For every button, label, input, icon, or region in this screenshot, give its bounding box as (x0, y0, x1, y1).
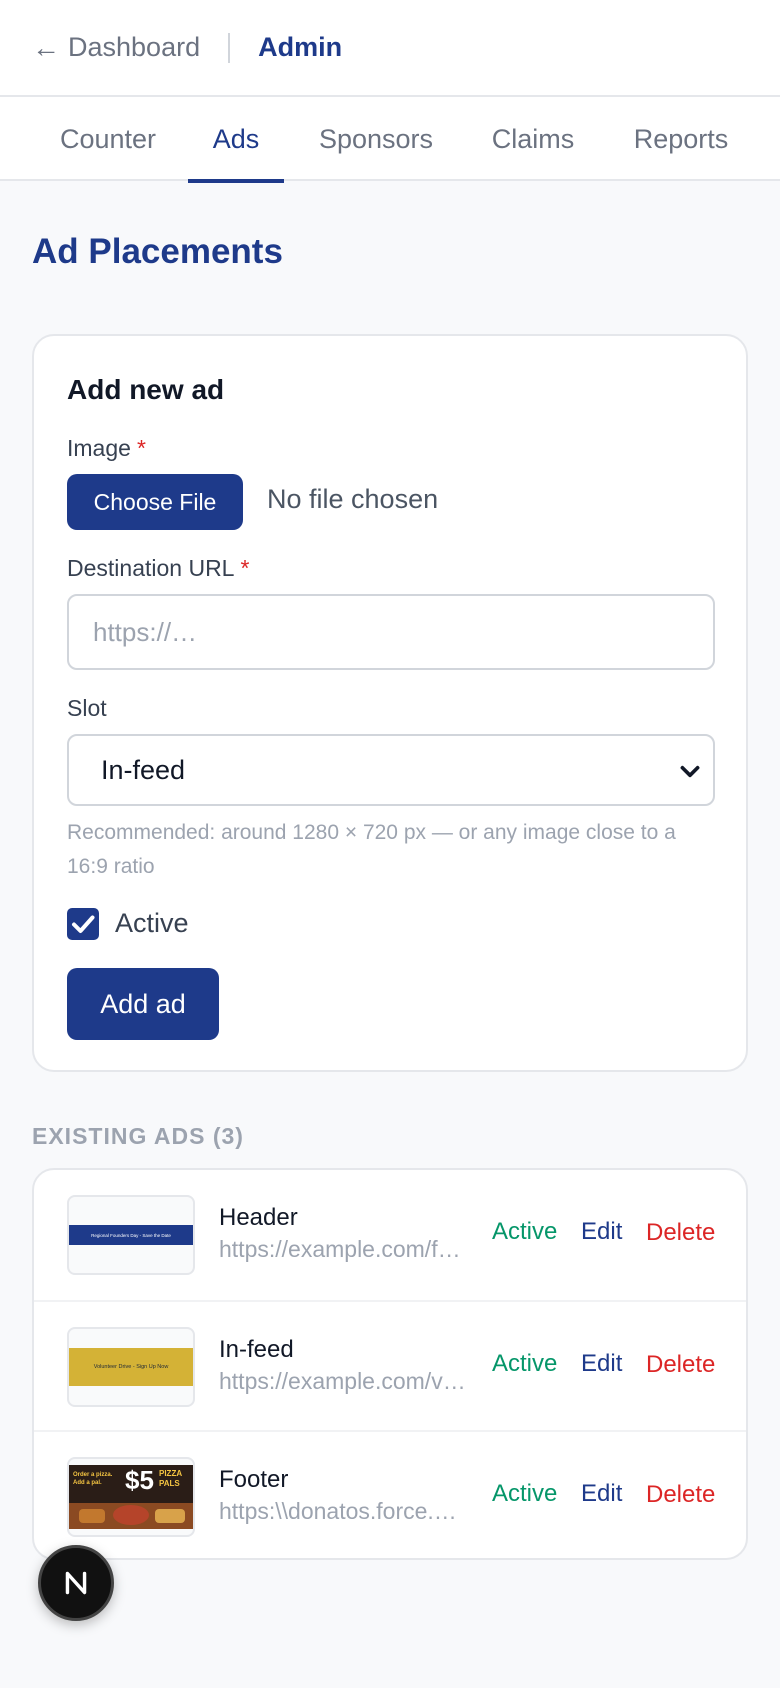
delete-button[interactable]: Delete (646, 1481, 715, 1509)
add-ad-button[interactable]: Add ad (67, 968, 219, 1040)
url-label: Destination URL * (67, 555, 249, 582)
ad-url: https://example.com/founders-day (219, 1236, 467, 1262)
ad-url: https://example.com/volunteer (219, 1368, 467, 1394)
form-title: Add new ad (67, 374, 225, 405)
tab-ads[interactable]: Ads (188, 97, 284, 183)
food-item (155, 1509, 185, 1523)
edit-button[interactable]: Edit (581, 1218, 622, 1246)
file-status: No file chosen (267, 484, 439, 514)
ad-row: Order a pizza. Add a pal. $5 PIZZA PALS … (34, 1430, 746, 1558)
ad-thumbnail: Volunteer Drive - Sign Up Now (67, 1327, 195, 1407)
ad-slot: Footer (219, 1466, 289, 1493)
thumbnail-line: PALS (159, 1479, 180, 1488)
thumbnail-line: Order a pizza. (73, 1472, 113, 1478)
image-label-text: Image (67, 435, 131, 461)
status-badge[interactable]: Active (492, 1350, 557, 1378)
ad-thumbnail: Regional Founders Day - Save the Date (67, 1195, 195, 1275)
thumbnail-text: Volunteer Drive - Sign Up Now (93, 1364, 169, 1370)
thumbnail-brand: PIZZA PALS (159, 1469, 182, 1489)
choose-file-button[interactable]: Choose File (67, 474, 243, 530)
edit-button[interactable]: Edit (581, 1480, 622, 1508)
food-item (79, 1509, 105, 1523)
page-title: Ad Placements (32, 232, 283, 271)
edit-button[interactable]: Edit (581, 1350, 622, 1378)
left-arrow-icon: ← (32, 31, 60, 63)
slot-select-value: In-feed (101, 754, 186, 785)
active-checkbox-label[interactable]: Active (115, 908, 189, 939)
ad-thumbnail: Order a pizza. Add a pal. $5 PIZZA PALS (67, 1457, 195, 1537)
thumbnail-text: Order a pizza. Add a pal. (73, 1471, 112, 1487)
back-to-dashboard-link[interactable]: ← Dashboard (32, 32, 200, 64)
ad-slot: In-feed (219, 1336, 294, 1363)
slot-label: Slot (67, 695, 107, 721)
divider (228, 32, 231, 63)
thumbnail-price: $5 (125, 1465, 154, 1495)
tab-claims[interactable]: Claims (486, 97, 580, 181)
back-label: Dashboard (68, 32, 201, 62)
ad-url: https:\\donatos.force.com (219, 1498, 467, 1524)
n-logo-button[interactable] (38, 1545, 114, 1621)
existing-ads-heading: EXISTING ADS (3) (32, 1123, 244, 1149)
thumbnail-line: Add a pal. (73, 1480, 102, 1486)
chevron-down-icon (680, 765, 700, 778)
pizza-pals-image: Order a pizza. Add a pal. $5 PIZZA PALS (69, 1465, 193, 1529)
ad-slot: Header (219, 1204, 298, 1231)
food-item (113, 1505, 149, 1525)
ad-row: Regional Founders Day - Save the Date He… (34, 1170, 746, 1300)
tab-sponsors[interactable]: Sponsors (314, 97, 438, 181)
thumbnail-banner: Volunteer Drive - Sign Up Now (69, 1348, 193, 1386)
tab-counter[interactable]: Counter (56, 97, 160, 181)
add-ad-form: Add new ad Image * Choose File No file ch… (32, 334, 748, 1072)
delete-button[interactable]: Delete (646, 1351, 715, 1379)
top-bar: ← Dashboard Admin (0, 0, 780, 97)
thumbnail-text: Regional Founders Day - Save the Date (91, 1232, 171, 1238)
checkmark-icon (72, 915, 95, 933)
section-title: Admin (258, 32, 343, 62)
destination-url-input[interactable]: https://… (67, 594, 715, 670)
ad-row: Volunteer Drive - Sign Up Now In-feed ht… (34, 1300, 746, 1430)
existing-ads-list: Regional Founders Day - Save the Date He… (32, 1168, 748, 1560)
n-logo-icon (65, 1571, 87, 1595)
status-badge[interactable]: Active (492, 1480, 557, 1508)
slot-select[interactable]: In-feed (67, 734, 715, 806)
thumbnail-banner: Regional Founders Day - Save the Date (69, 1225, 193, 1245)
url-label-text: Destination URL (67, 555, 235, 581)
tab-bar: Counter Ads Sponsors Claims Reports (0, 97, 780, 183)
active-checkbox[interactable] (67, 908, 99, 940)
image-size-hint: Recommended: around 1280 × 720 px — or a… (67, 821, 676, 878)
required-mark: * (240, 555, 250, 581)
status-badge[interactable]: Active (492, 1218, 557, 1246)
image-label: Image * (67, 435, 146, 462)
delete-button[interactable]: Delete (646, 1219, 715, 1247)
required-mark: * (136, 435, 146, 461)
thumbnail-line: PIZZA (159, 1469, 183, 1478)
tab-reports[interactable]: Reports (626, 97, 736, 181)
